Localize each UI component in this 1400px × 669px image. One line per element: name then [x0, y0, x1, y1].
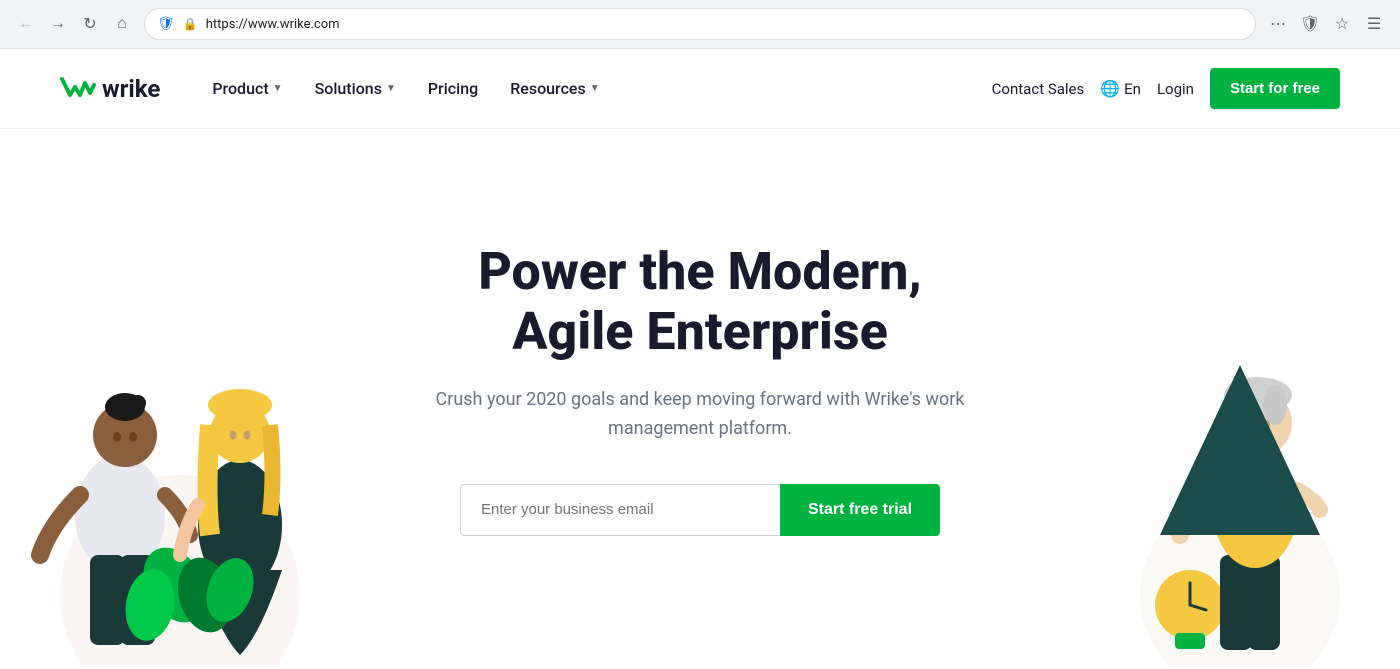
back-button[interactable]: ← — [12, 10, 40, 38]
address-url: https://www.wrike.com — [206, 17, 1243, 32]
globe-icon: 🌐 — [1100, 79, 1120, 98]
nav-resources[interactable]: Resources ▼ — [498, 71, 611, 106]
resources-chevron-icon: ▼ — [590, 83, 600, 94]
hero-title-line2: Agile Enterprise — [512, 301, 888, 362]
nav-solutions[interactable]: Solutions ▼ — [303, 71, 408, 106]
menu-button[interactable]: ☰ — [1360, 10, 1388, 38]
language-button[interactable]: 🌐 En — [1100, 79, 1141, 98]
reload-button[interactable]: ↻ — [76, 10, 104, 38]
shield-icon: 🛡 — [157, 16, 175, 32]
more-button[interactable]: ⋯ — [1264, 10, 1292, 38]
start-for-free-button[interactable]: Start for free — [1210, 68, 1340, 109]
contact-sales-link[interactable]: Contact Sales — [992, 80, 1085, 98]
language-label: En — [1124, 80, 1141, 98]
nav-solutions-label: Solutions — [315, 79, 382, 98]
illustration-left — [20, 215, 360, 669]
nav-product[interactable]: Product ▼ — [200, 71, 294, 106]
illustration-right — [1110, 215, 1370, 669]
nav-links: Product ▼ Solutions ▼ Pricing Resources … — [200, 71, 991, 106]
nav-right: Contact Sales 🌐 En Login Start for free — [992, 68, 1340, 109]
nav-pricing[interactable]: Pricing — [416, 71, 490, 106]
email-input[interactable] — [460, 484, 780, 536]
shield-browser-icon[interactable]: 🛡 — [1296, 10, 1324, 38]
home-button[interactable]: ⌂ — [108, 10, 136, 38]
hero-title: Power the Modern, Agile Enterprise — [420, 242, 980, 362]
hero-cta: Start free trial — [420, 484, 980, 536]
product-chevron-icon: ▼ — [273, 83, 283, 94]
browser-nav-buttons: ← → ↻ ⌂ — [12, 10, 136, 38]
hero-content: Power the Modern, Agile Enterprise Crush… — [420, 242, 980, 535]
browser-actions: ⋯ 🛡 ☆ ☰ — [1264, 10, 1388, 38]
logo[interactable]: wrike — [60, 75, 160, 103]
hero-subtitle: Crush your 2020 goals and keep moving fo… — [420, 386, 980, 444]
address-bar[interactable]: 🛡 🔒 https://www.wrike.com — [144, 8, 1256, 40]
nav-pricing-label: Pricing — [428, 79, 478, 98]
logo-text: wrike — [102, 75, 160, 103]
lock-icon: 🔒 — [183, 17, 198, 31]
start-free-trial-button[interactable]: Start free trial — [780, 484, 940, 536]
logo-icon — [60, 75, 96, 103]
hero-title-line1: Power the Modern, — [478, 241, 922, 302]
browser-chrome: ← → ↻ ⌂ 🛡 🔒 https://www.wrike.com ⋯ 🛡 ☆ … — [0, 0, 1400, 49]
forward-button[interactable]: → — [44, 10, 72, 38]
nav-resources-label: Resources — [510, 79, 586, 98]
nav-product-label: Product — [212, 79, 268, 98]
navbar: wrike Product ▼ Solutions ▼ Pricing Reso… — [0, 49, 1400, 129]
login-button[interactable]: Login — [1157, 80, 1194, 98]
bookmark-button[interactable]: ☆ — [1328, 10, 1356, 38]
solutions-chevron-icon: ▼ — [386, 83, 396, 94]
hero-section: Power the Modern, Agile Enterprise Crush… — [0, 129, 1400, 669]
